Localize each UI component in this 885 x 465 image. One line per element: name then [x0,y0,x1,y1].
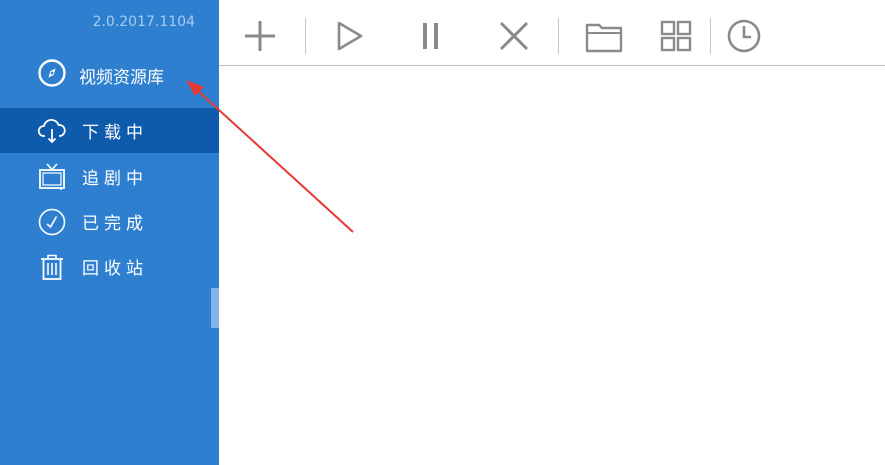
toolbar-separator [305,18,306,54]
cloud-download-icon [37,116,67,146]
sidebar-item-following[interactable]: 追剧中 [0,154,219,199]
video-library-link[interactable]: 视频资源库 [37,58,164,92]
pause-button[interactable] [408,16,454,62]
sidebar-item-recycle-bin[interactable]: 回收站 [0,244,219,289]
play-icon [329,16,369,60]
delete-button[interactable] [491,16,537,62]
folder-icon [584,16,624,60]
sidebar-item-downloading[interactable]: 下载中 [0,108,219,153]
schedule-button[interactable] [721,16,767,62]
toolbar-separator [558,18,559,54]
app-version: 2.0.2017.1104 [92,14,195,30]
toolbar-separator [710,18,711,54]
grid-view-button[interactable] [653,16,699,62]
video-library-label: 视频资源库 [79,67,164,88]
pause-icon [411,16,451,60]
plus-icon [240,16,280,60]
start-button[interactable] [326,16,372,62]
trash-icon [37,252,67,282]
toolbar [219,0,885,66]
clock-icon [724,16,764,60]
open-folder-button[interactable] [581,16,627,62]
sidebar-item-label: 下载中 [82,123,148,143]
add-task-button[interactable] [237,16,283,62]
sidebar-item-completed[interactable]: 已完成 [0,199,219,244]
check-circle-icon [37,207,67,237]
sidebar-item-label: 回收站 [82,259,148,279]
tv-icon [37,162,67,192]
sidebar: 2.0.2017.1104 视频资源库 下载中 追剧中 已完成 回收站 [0,0,222,465]
compass-icon [37,58,67,92]
sidebar-item-label: 追剧中 [82,169,148,189]
grid-icon [656,16,696,60]
close-icon [494,16,534,60]
sidebar-item-label: 已完成 [82,214,148,234]
download-list-area [219,66,885,465]
